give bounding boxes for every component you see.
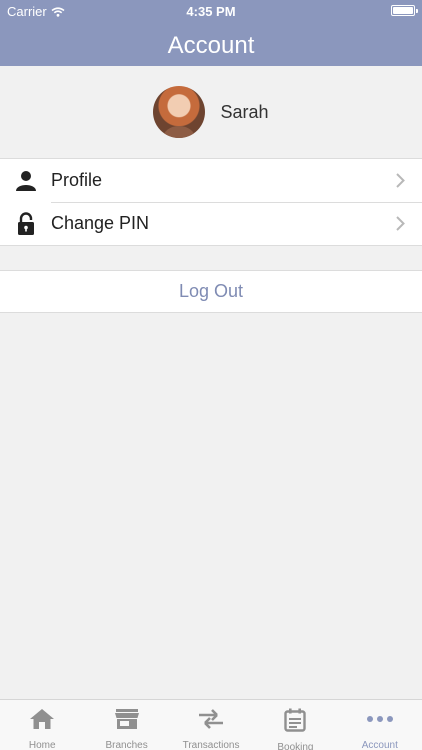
more-dots-icon [366,708,394,730]
tab-account[interactable]: Account [338,700,422,750]
navigation-header: Carrier 4:35 PM Account [0,0,422,66]
menu-item-label: Change PIN [51,213,150,233]
lock-icon [15,211,37,236]
tab-label: Transactions [182,740,240,750]
logout-button[interactable]: Log Out [0,270,422,313]
account-summary: Sarah [0,66,422,158]
tab-booking[interactable]: Booking [253,700,337,750]
menu-item-change-pin[interactable]: Change PIN [0,202,422,245]
account-menu: Profile Change PIN [0,158,422,246]
status-time: 4:35 PM [186,4,236,19]
person-icon [15,169,37,193]
tab-branches[interactable]: Branches [84,700,168,750]
tab-home[interactable]: Home [0,700,84,750]
tab-label: Branches [105,740,148,750]
avatar [153,86,206,138]
user-name: Sarah [220,101,269,122]
tab-label: Booking [277,742,314,750]
transfer-arrows-icon [197,708,225,730]
status-bar: Carrier 4:35 PM [0,0,422,22]
calendar-icon [284,708,307,732]
tab-transactions[interactable]: Transactions [169,700,253,750]
home-icon [29,708,55,730]
menu-item-label: Profile [51,170,103,190]
store-icon [114,708,140,730]
battery-icon [391,5,418,16]
menu-item-profile[interactable]: Profile [0,159,422,202]
tab-label: Home [28,740,56,750]
chevron-right-icon [396,216,405,231]
tab-label: Account [361,740,398,750]
chevron-right-icon [396,173,405,188]
tab-bar: Home Branches Transactions Booking Accou… [0,699,422,750]
page-title: Account [167,32,255,59]
